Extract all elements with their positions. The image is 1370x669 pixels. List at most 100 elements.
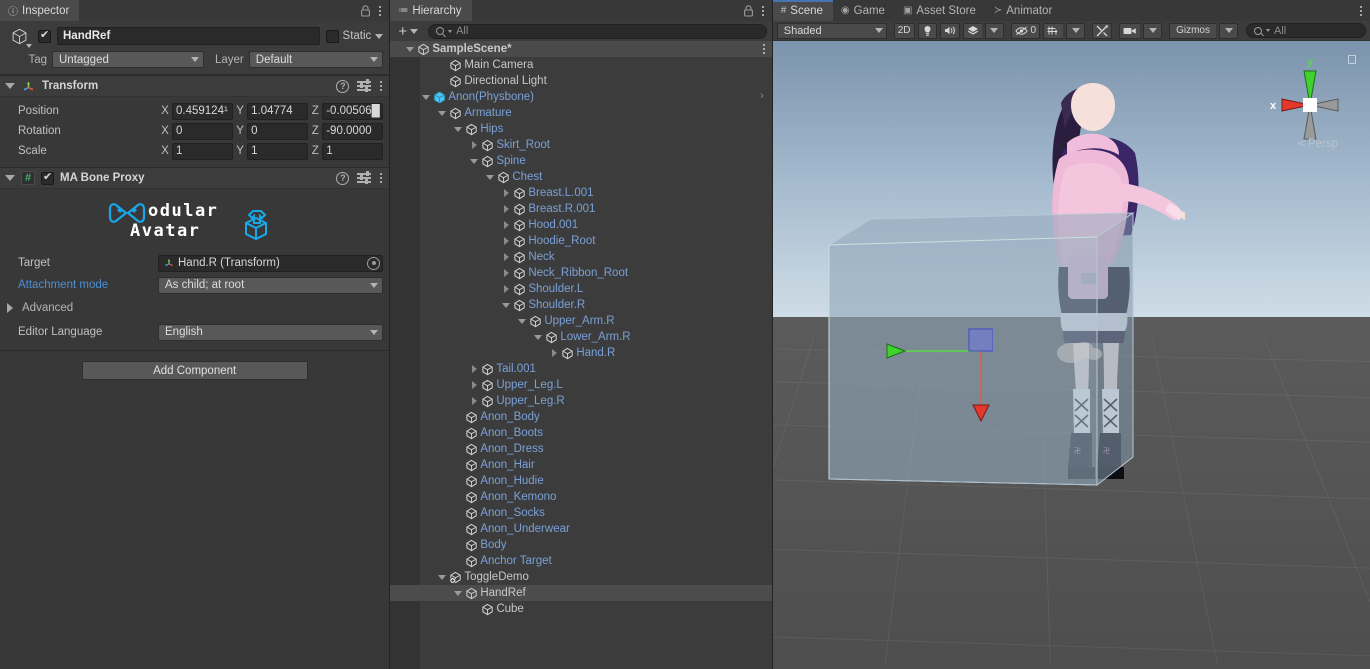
foldout-closed-icon[interactable] — [500, 189, 512, 197]
foldout-open-icon[interactable] — [468, 158, 480, 164]
projection-mode-label[interactable]: ≺ Persp — [1296, 136, 1338, 150]
ma-bone-proxy-header[interactable]: # MA Bone Proxy ? — [0, 167, 390, 189]
camera-icon[interactable] — [1119, 22, 1141, 39]
hierarchy-row[interactable]: Main Camera — [390, 57, 771, 73]
hierarchy-row[interactable]: Anchor Target — [390, 553, 771, 569]
foldout-open-icon[interactable] — [452, 590, 464, 596]
foldout-open-icon[interactable] — [404, 46, 416, 52]
hierarchy-row[interactable]: Anon_Underwear — [390, 521, 771, 537]
kebab-menu-icon[interactable] — [1359, 4, 1363, 18]
tag-dropdown[interactable]: Untagged — [52, 51, 204, 68]
foldout-closed-icon[interactable] — [468, 397, 480, 405]
foldout-closed-icon[interactable] — [500, 253, 512, 261]
hierarchy-row[interactable]: Anon_Body — [390, 409, 771, 425]
position-z-input[interactable]: -0.00506█ — [322, 102, 384, 120]
foldout-open-icon[interactable] — [484, 174, 496, 180]
hierarchy-row[interactable]: ToggleDemo — [390, 569, 771, 585]
kebab-menu-icon[interactable] — [761, 4, 765, 18]
editor-language-dropdown[interactable]: English — [158, 323, 384, 341]
tab-hierarchy[interactable]: ≔ Hierarchy — [390, 0, 472, 21]
hierarchy-row[interactable]: Upper_Arm.R — [390, 313, 771, 329]
help-icon[interactable]: ? — [336, 171, 350, 185]
add-component-button[interactable]: Add Component — [81, 361, 308, 380]
effects-icon[interactable] — [962, 22, 982, 39]
foldout-closed-icon[interactable] — [468, 381, 480, 389]
hierarchy-row[interactable]: Anon_Socks — [390, 505, 771, 521]
scene-search-input[interactable]: All — [1246, 23, 1366, 38]
kebab-menu-icon[interactable] — [762, 42, 766, 56]
hierarchy-row[interactable]: Anon_Hudie — [390, 473, 771, 489]
speaker-icon[interactable] — [939, 22, 960, 39]
grid-snap-icon[interactable] — [1043, 22, 1064, 39]
hierarchy-search-input[interactable]: All — [428, 23, 767, 39]
hierarchy-row[interactable]: Skirt_Root — [390, 137, 771, 153]
hierarchy-row[interactable]: Armature — [390, 105, 771, 121]
gameobject-icon[interactable] — [6, 24, 32, 48]
rotation-y-input[interactable]: 0 — [247, 122, 309, 140]
preset-icon[interactable] — [357, 171, 372, 184]
gizmos-button[interactable]: Gizmos — [1169, 22, 1216, 39]
target-object-field[interactable]: Hand.R (Transform) — [158, 254, 384, 272]
foldout-closed-icon[interactable] — [500, 285, 512, 293]
foldout-closed-icon[interactable] — [500, 269, 512, 277]
foldout-open-icon[interactable] — [532, 334, 544, 340]
static-checkbox[interactable] — [325, 29, 339, 43]
hierarchy-row[interactable]: HandRef — [390, 585, 772, 601]
effects-dropdown[interactable] — [984, 22, 1004, 39]
foldout-closed-icon[interactable] — [548, 349, 560, 357]
tools-icon[interactable] — [1092, 22, 1113, 39]
foldout-open-icon[interactable] — [5, 175, 15, 181]
shading-mode-dropdown[interactable]: Shaded — [776, 22, 887, 39]
foldout-open-icon[interactable] — [436, 110, 448, 116]
lock-icon[interactable] — [743, 4, 754, 17]
hierarchy-row[interactable]: Lower_Arm.R — [390, 329, 771, 345]
object-picker-icon[interactable] — [367, 256, 381, 270]
gizmos-dropdown[interactable] — [1219, 22, 1238, 39]
camera-dropdown[interactable] — [1143, 22, 1163, 39]
foldout-open-icon[interactable] — [420, 94, 432, 100]
position-y-input[interactable]: 1.04774 — [247, 102, 309, 120]
gameobject-enabled-checkbox[interactable] — [38, 29, 51, 43]
scale-y-input[interactable]: 1 — [247, 142, 309, 160]
hierarchy-row[interactable]: Upper_Leg.L — [390, 377, 771, 393]
grid-snap-dropdown[interactable] — [1066, 22, 1086, 39]
position-x-input[interactable]: 0.459124¹ — [172, 102, 234, 120]
lock-open-icon[interactable] — [1348, 55, 1356, 64]
tab-game[interactable]: ◉ Game — [832, 0, 895, 21]
foldout-closed-icon[interactable] — [500, 205, 512, 213]
foldout-closed-icon[interactable] — [468, 365, 480, 373]
foldout-open-icon[interactable] — [452, 126, 464, 132]
tab-scene[interactable]: # Scene — [772, 0, 834, 21]
hierarchy-row[interactable]: Anon(Physbone) › — [390, 89, 771, 105]
help-icon[interactable]: ? — [336, 79, 350, 93]
kebab-menu-icon[interactable] — [379, 79, 383, 93]
kebab-menu-icon[interactable] — [379, 171, 383, 185]
hierarchy-row[interactable]: Breast.L.001 — [390, 185, 771, 201]
chevron-down-icon[interactable] — [26, 44, 32, 48]
hierarchy-row[interactable]: Breast.R.001 — [390, 201, 771, 217]
foldout-open-icon[interactable] — [436, 574, 448, 580]
hierarchy-row[interactable]: Anon_Kemono — [390, 489, 771, 505]
chevron-right-icon[interactable]: › — [760, 90, 764, 102]
move-gizmo[interactable] — [883, 317, 993, 437]
toggle-2d-button[interactable]: 2D — [893, 22, 915, 39]
transform-component-header[interactable]: Transform ? — [0, 75, 390, 97]
scene-viewport[interactable]: 卍卍 — [772, 41, 1370, 669]
scene-visibility-button[interactable]: 0 — [1010, 22, 1041, 39]
hierarchy-row[interactable]: Shoulder.R — [390, 297, 771, 313]
layer-dropdown[interactable]: Default — [248, 51, 384, 68]
preset-icon[interactable] — [357, 79, 372, 92]
hierarchy-row[interactable]: Anon_Boots — [390, 425, 771, 441]
rotation-x-input[interactable]: 0 — [172, 122, 234, 140]
add-gameobject-button[interactable]: + — [395, 24, 421, 39]
tab-asset-store[interactable]: ▣ Asset Store — [894, 0, 986, 21]
lightbulb-icon[interactable] — [917, 22, 937, 39]
hierarchy-row[interactable]: Neck — [390, 249, 771, 265]
foldout-open-icon[interactable] — [5, 83, 15, 89]
foldout-closed-icon[interactable] — [468, 141, 480, 149]
rotation-z-input[interactable]: -90.0000 — [322, 122, 384, 140]
ma-bone-proxy-enabled-checkbox[interactable] — [41, 171, 54, 185]
hierarchy-row[interactable]: Body — [390, 537, 771, 553]
hierarchy-row[interactable]: Upper_Leg.R — [390, 393, 771, 409]
tab-inspector[interactable]: ⓘ Inspector — [0, 0, 80, 21]
